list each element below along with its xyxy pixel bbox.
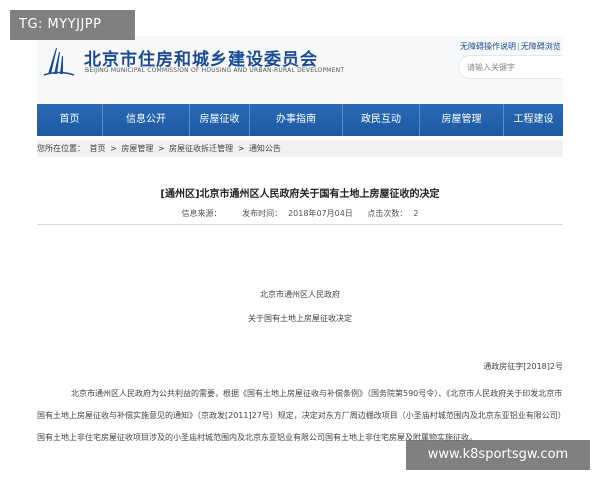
- nav-item-public-interaction[interactable]: 政民互动: [343, 104, 420, 136]
- source-label: 信息来源：: [181, 209, 222, 218]
- article-body: 北京市通州区人民政府为公共利益的需要，根据《国有土地上房屋征收与补偿条例》（国务…: [37, 389, 563, 442]
- search-input[interactable]: 请输入关键字: [458, 55, 563, 79]
- views-label: 点击次数：: [367, 209, 408, 218]
- breadcrumb-separator: >: [157, 144, 165, 153]
- breadcrumb-separator: >: [110, 144, 117, 153]
- breadcrumb-item-housing-management[interactable]: 房屋管理: [121, 144, 153, 153]
- browser-viewport: 北京市住房和城乡建设委员会 BEIJING MUNICIPAL COMMISSI…: [37, 36, 563, 444]
- nav-item-home[interactable]: 首页: [37, 104, 103, 136]
- document-issuer: 北京市通州区人民政府: [260, 290, 340, 299]
- nav-item-housing-management[interactable]: 房屋管理: [420, 104, 504, 136]
- document-number: 通政房征字[2018]2号: [483, 362, 563, 371]
- watermark-bottom-right: www.k8sportsgw.com: [406, 440, 590, 470]
- breadcrumb-item-expropriation[interactable]: 房屋征收拆迁管理: [169, 144, 233, 153]
- nav-item-info-disclosure[interactable]: 信息公开: [103, 104, 190, 136]
- watermark-top-left: TG: MYYJJPP: [10, 10, 135, 40]
- document-heading: 关于国有土地上房屋征收决定: [248, 314, 352, 323]
- article-meta: 信息来源： 发布时间： 2018年07月04日 点击次数： 2: [37, 208, 563, 219]
- breadcrumb: 您所在位置： 首页 > 房屋管理 > 房屋征收拆迁管理 > 通知公告: [37, 140, 563, 157]
- accessibility-links: 无障碍操作说明|无障碍浏览: [460, 41, 561, 52]
- main-nav: 首页 信息公开 房屋征收 办事指南 政民互动 房屋管理 工程建设: [37, 104, 563, 136]
- nav-item-housing-expropriation[interactable]: 房屋征收: [190, 104, 250, 136]
- site-header: 北京市住房和城乡建设委员会 BEIJING MUNICIPAL COMMISSI…: [37, 36, 563, 104]
- accessibility-browse-link[interactable]: 无障碍浏览: [521, 42, 561, 51]
- nav-item-service-guide[interactable]: 办事指南: [250, 104, 343, 136]
- title-divider: [37, 224, 563, 225]
- site-subtitle: BEIJING MUNICIPAL COMMISSION OF HOUSING …: [85, 67, 345, 74]
- nav-item-construction[interactable]: 工程建设: [504, 104, 563, 136]
- views-value: 2: [413, 209, 419, 218]
- article-title: [通州区]北京市通州区人民政府关于国有土地上房屋征收的决定: [160, 189, 440, 200]
- accessibility-guide-link[interactable]: 无障碍操作说明: [460, 42, 516, 51]
- breadcrumb-item-notices[interactable]: 通知公告: [249, 144, 281, 153]
- link-separator: |: [517, 42, 520, 51]
- date-value: 2018年07月04日: [288, 209, 353, 218]
- breadcrumb-prefix: 您所在位置：: [37, 144, 85, 153]
- breadcrumb-item-home[interactable]: 首页: [90, 144, 106, 153]
- commission-logo-icon[interactable]: [42, 42, 76, 78]
- date-label: 发布时间：: [242, 209, 283, 218]
- breadcrumb-separator: >: [237, 144, 245, 153]
